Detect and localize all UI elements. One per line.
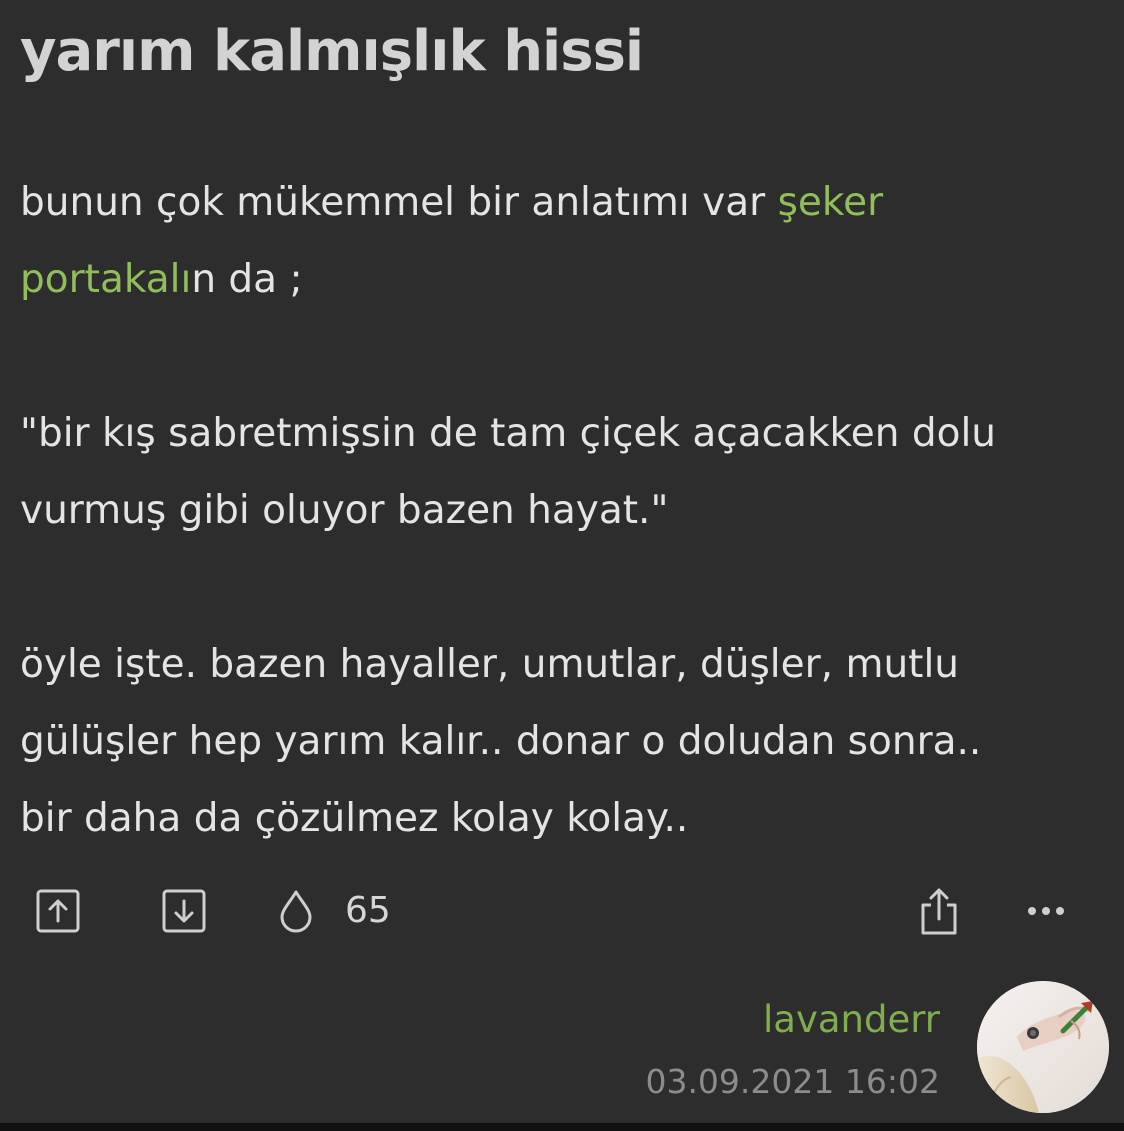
paragraph-1-rest: n da ; bbox=[191, 257, 303, 302]
drop-icon bbox=[280, 890, 312, 933]
favorite-button[interactable] bbox=[276, 878, 316, 944]
entry-date[interactable]: 03.09.2021 16:02 bbox=[645, 1054, 940, 1110]
entry-card: yarım kalmışlık hissi bunun çok mükemmel… bbox=[0, 0, 1124, 1131]
upvote-icon bbox=[36, 889, 80, 933]
share-button[interactable] bbox=[916, 878, 962, 944]
sozluk-link-seker-portakali-part-2[interactable]: portakalı bbox=[20, 257, 191, 302]
paragraph-2: "bir kış sabretmişsin de tam çiçek açaca… bbox=[20, 395, 1110, 549]
paragraph-1-line-2: portakalın da ; bbox=[20, 241, 1110, 318]
avatar-photo bbox=[977, 981, 1109, 1113]
author-link[interactable]: lavanderr bbox=[645, 990, 940, 1050]
paragraph-3-line-2: gülüşler hep yarım kalır.. donar o dolud… bbox=[20, 719, 982, 764]
paragraph-3-line-1: öyle işte. bazen hayaller, umutlar, düşl… bbox=[20, 642, 960, 687]
sozluk-link-seker-portakali-part-1[interactable]: şeker bbox=[778, 180, 884, 225]
paragraph-3-line-3: bir daha da çözülmez kolay kolay.. bbox=[20, 796, 689, 841]
author-avatar[interactable] bbox=[977, 981, 1109, 1113]
paragraph-1: bunun çok mükemmel bir anlatımı var şeke… bbox=[20, 164, 1110, 318]
favorite-count[interactable]: 65 bbox=[345, 878, 391, 944]
quote-line-2: vurmuş gibi oluyor bazen hayat." bbox=[20, 488, 669, 533]
downvote-button[interactable] bbox=[160, 878, 208, 944]
entry-title[interactable]: yarım kalmışlık hissi bbox=[20, 14, 644, 90]
author-info: lavanderr 03.09.2021 16:02 bbox=[645, 990, 940, 1110]
downvote-icon bbox=[162, 889, 206, 933]
paragraph-3: öyle işte. bazen hayaller, umutlar, düşl… bbox=[20, 626, 1110, 857]
more-dots-icon bbox=[1028, 907, 1064, 915]
upvote-button[interactable] bbox=[34, 878, 82, 944]
quote-line-1: "bir kış sabretmişsin de tam çiçek açaca… bbox=[20, 411, 997, 456]
bottom-edge bbox=[0, 1123, 1124, 1131]
entry-actions-bar: 65 bbox=[0, 878, 1124, 944]
more-options-button[interactable] bbox=[1022, 878, 1070, 944]
paragraph-1-text: bunun çok mükemmel bir anlatımı var bbox=[20, 180, 778, 225]
share-icon bbox=[921, 888, 957, 935]
entry-content: bunun çok mükemmel bir anlatımı var şeke… bbox=[20, 164, 1110, 857]
paragraph-1-line-1: bunun çok mükemmel bir anlatımı var şeke… bbox=[20, 164, 1110, 241]
